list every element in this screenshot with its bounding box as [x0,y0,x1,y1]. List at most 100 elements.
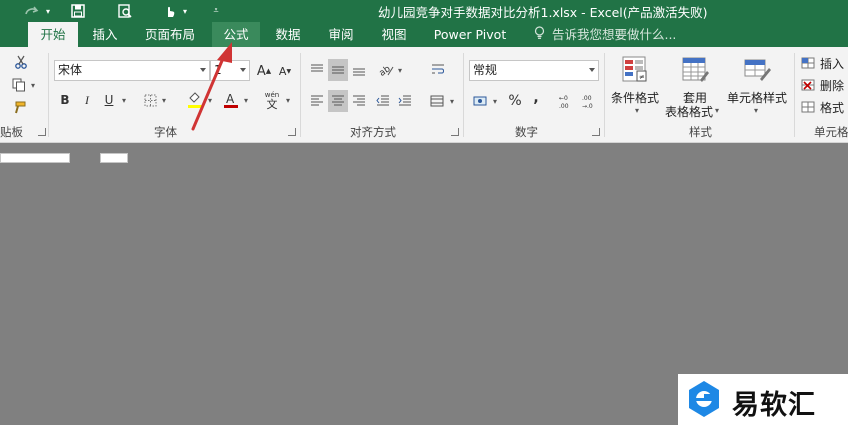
conditional-format-icon[interactable]: ≠ [620,55,650,85]
orientation-dropdown-icon[interactable]: ▾ [396,63,404,77]
accounting-dropdown-icon[interactable]: ▾ [491,94,499,108]
border-icon[interactable] [142,92,158,108]
tab-formulas[interactable]: 公式 [212,22,260,47]
fill-color-dropdown-icon[interactable]: ▾ [206,93,214,107]
wrap-text-icon[interactable] [428,60,448,80]
customize-qat-icon[interactable]: ⩡ [210,2,222,20]
increase-decimal-icon[interactable]: ←0.00 [557,91,577,111]
accounting-format-icon[interactable] [472,92,490,110]
phonetic-char: 文 [266,98,278,111]
name-box[interactable] [0,153,70,163]
table-format-label-2[interactable]: 表格格式 [665,103,713,120]
align-left-icon[interactable] [308,92,326,110]
number-format-value: 常规 [473,63,498,77]
svg-text:A: A [226,92,235,106]
svg-text:≠: ≠ [639,73,645,81]
number-group-label: 数字 [515,125,538,139]
touch-dropdown-icon[interactable]: ▾ [181,2,189,20]
tell-me-box[interactable]: 告诉我您想要做什么... [534,22,676,47]
redo-dropdown-icon[interactable]: ▾ [44,2,52,20]
font-color-icon[interactable]: A [222,90,240,110]
watermark-logo: 易软汇 [678,374,848,425]
bottom-align-icon[interactable] [350,61,368,79]
tab-home[interactable]: 开始 [28,22,78,47]
svg-text:.00: .00 [582,95,592,102]
table-format-dropdown-icon[interactable]: ▾ [713,105,721,115]
cell-styles-label[interactable]: 单元格样式 [727,89,787,106]
title-bar: ▾ ▾ ⩡ 幼儿园竞争对手数据对比分析1.xlsx - Excel(产品激活失败… [0,0,848,22]
font-name-dropdown-icon[interactable] [200,68,206,72]
align-right-icon[interactable] [350,92,368,110]
table-format-icon[interactable] [680,55,710,85]
top-align-icon[interactable] [308,61,326,79]
merge-dropdown-icon[interactable]: ▾ [448,94,456,108]
percent-button[interactable]: % [507,92,523,110]
font-color-dropdown-icon[interactable]: ▾ [242,93,250,107]
delete-cells-icon[interactable] [800,77,816,93]
tab-view[interactable]: 视图 [370,22,418,47]
increase-font-icon[interactable]: A ▲ [255,62,273,80]
decrease-decimal-icon[interactable]: .00 →.0 [580,91,600,111]
comma-button[interactable]: , [530,89,542,107]
tab-power-pivot[interactable]: Power Pivot [428,22,512,47]
lightbulb-icon [534,22,548,47]
group-divider [794,53,795,137]
formula-bar-partial[interactable] [100,153,128,163]
decrease-font-icon[interactable]: A ▼ [276,62,294,80]
document-title: 幼儿园竞争对手数据对比分析1.xlsx - Excel(产品激活失败) [378,5,708,20]
touch-mode-icon[interactable] [162,2,178,20]
insert-cells-icon[interactable] [800,55,816,71]
conditional-format-label[interactable]: 条件格式 [611,89,659,106]
delete-cells-label[interactable]: 删除 [820,77,844,94]
italic-button[interactable]: I [80,91,94,109]
font-launcher-icon[interactable] [288,128,296,136]
underline-dropdown-icon[interactable]: ▾ [120,93,128,107]
underline-button[interactable]: U [102,91,116,109]
middle-align-icon[interactable] [328,59,348,81]
format-cells-icon[interactable] [800,99,816,115]
alignment-group-label: 对齐方式 [350,125,396,139]
copy-dropdown-icon[interactable]: ▾ [29,80,37,90]
align-center-icon[interactable] [328,90,348,112]
format-cells-label[interactable]: 格式 [820,99,844,116]
copy-icon[interactable] [10,76,28,94]
redo-icon[interactable] [20,2,44,20]
insert-cells-label[interactable]: 插入 [820,55,844,72]
phonetic-icon[interactable]: wén 文 [263,89,281,111]
number-format-combo[interactable]: 常规 [469,60,599,81]
tab-data[interactable]: 数据 [264,22,312,47]
conditional-format-dropdown-icon[interactable]: ▾ [633,105,641,115]
cell-styles-icon[interactable] [742,55,772,85]
merge-center-icon[interactable] [428,92,446,110]
decrease-indent-icon[interactable] [374,92,392,110]
cells-group-label: 单元格 [814,125,848,139]
svg-text:→.0: →.0 [582,103,593,109]
watermark-icon [689,381,719,417]
number-launcher-icon[interactable] [592,128,600,136]
styles-group-label: 样式 [689,125,712,139]
group-divider [463,53,464,137]
cell-styles-dropdown-icon[interactable]: ▾ [752,105,760,115]
clipboard-group-label: 贴板 [0,125,23,139]
font-size-combo[interactable]: 1 [210,60,250,81]
fill-color-icon[interactable] [186,90,204,110]
alignment-launcher-icon[interactable] [451,128,459,136]
font-name-combo[interactable]: 宋体 [54,60,210,81]
cut-icon[interactable] [12,53,30,71]
print-preview-icon[interactable] [115,2,135,20]
group-divider [300,53,301,137]
phonetic-dropdown-icon[interactable]: ▾ [284,93,292,107]
border-dropdown-icon[interactable]: ▾ [160,93,168,107]
tab-page-layout[interactable]: 页面布局 [136,22,204,47]
font-size-dropdown-icon[interactable] [240,68,246,72]
clipboard-launcher-icon[interactable] [38,128,46,136]
save-icon[interactable] [68,2,88,20]
increase-indent-icon[interactable] [396,92,414,110]
tab-insert[interactable]: 插入 [80,22,130,47]
format-painter-icon[interactable] [10,99,28,117]
bold-button[interactable]: B [58,91,72,109]
orientation-icon[interactable]: ab [376,60,396,80]
tab-review[interactable]: 审阅 [318,22,364,47]
tab-file-partial[interactable] [0,22,10,47]
number-format-dropdown-icon[interactable] [589,68,595,72]
